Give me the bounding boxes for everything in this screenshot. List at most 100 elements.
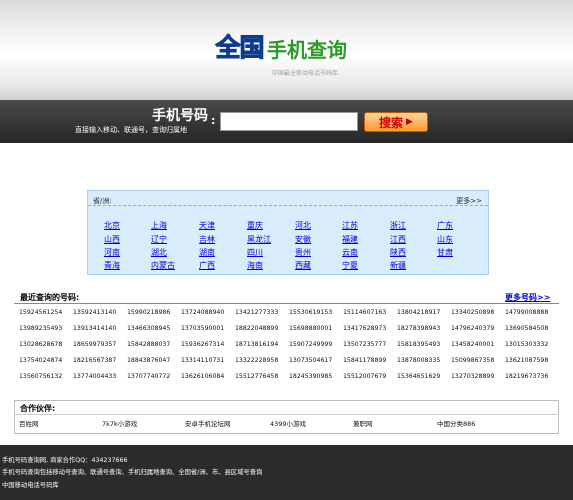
- province-link[interactable]: 福建: [342, 234, 358, 245]
- recent-number-link[interactable]: 13560756132: [19, 373, 62, 380]
- recent-number-link[interactable]: 18822048899: [235, 325, 278, 332]
- recent-number-link[interactable]: 13073504617: [289, 357, 332, 364]
- recent-number-link[interactable]: 15530619153: [289, 309, 332, 316]
- recent-number-link[interactable]: 15842888037: [127, 341, 170, 348]
- recent-number-link[interactable]: 13458240001: [451, 341, 494, 348]
- partner-link[interactable]: 百姓网: [19, 418, 39, 428]
- recent-number-link[interactable]: 15114607163: [343, 309, 386, 316]
- province-link[interactable]: 青海: [104, 260, 120, 271]
- recent-number-link[interactable]: 13690584508: [505, 325, 548, 332]
- province-link[interactable]: 西藏: [295, 260, 311, 271]
- province-link[interactable]: 贵州: [295, 247, 311, 258]
- province-link[interactable]: 广西: [199, 260, 215, 271]
- header: 全 国 手机查询 中国最全移动电话号码库: [0, 0, 573, 100]
- province-link[interactable]: 海南: [247, 260, 263, 271]
- footer: 手机号码查询网, 商家合作QQ：434237666 手机号码查询包括移动号查询、…: [0, 445, 573, 500]
- recent-number-link[interactable]: 13754024874: [19, 357, 62, 364]
- recent-number-link[interactable]: 13507235777: [343, 341, 386, 348]
- recent-number-link[interactable]: 13421277333: [235, 309, 278, 316]
- recent-number-link[interactable]: 13913414140: [73, 325, 116, 332]
- recent-number-link[interactable]: 13626106084: [181, 373, 224, 380]
- province-link[interactable]: 辽宁: [151, 234, 167, 245]
- recent-number-link[interactable]: 18278398943: [397, 325, 440, 332]
- recent-number-link[interactable]: 13703590001: [181, 325, 224, 332]
- recent-number-link[interactable]: 14796240379: [451, 325, 494, 332]
- province-link[interactable]: 山东: [437, 234, 453, 245]
- recent-number-link[interactable]: 15512007679: [343, 373, 386, 380]
- recent-number-link[interactable]: 13707740772: [127, 373, 170, 380]
- province-link[interactable]: 江苏: [342, 220, 358, 231]
- arrow-right-icon: ▶: [406, 117, 413, 127]
- province-link[interactable]: 甘肃: [437, 247, 453, 258]
- divider: [14, 414, 559, 415]
- recent-number-link[interactable]: 13322228958: [235, 357, 278, 364]
- province-link[interactable]: 北京: [104, 220, 120, 231]
- recent-number-link[interactable]: 13314110731: [181, 357, 224, 364]
- province-link[interactable]: 湖北: [151, 247, 167, 258]
- recent-number-link[interactable]: 13592413140: [73, 309, 116, 316]
- recent-number-link[interactable]: 15841178899: [343, 357, 386, 364]
- province-link[interactable]: 安徽: [295, 234, 311, 245]
- province-link[interactable]: 云南: [342, 247, 358, 258]
- province-link[interactable]: 湖南: [199, 247, 215, 258]
- recent-number-link[interactable]: 13015303332: [505, 341, 548, 348]
- recent-number-link[interactable]: 18659979357: [73, 341, 116, 348]
- recent-number-link[interactable]: 13417628973: [343, 325, 386, 332]
- recent-number-link[interactable]: 13724088940: [181, 309, 224, 316]
- province-link[interactable]: 陕西: [390, 247, 406, 258]
- province-link[interactable]: 吉林: [199, 234, 215, 245]
- phone-number-input[interactable]: [220, 112, 358, 131]
- province-link[interactable]: 天津: [199, 220, 215, 231]
- site-logo[interactable]: 全 国 手机查询: [215, 30, 347, 66]
- recent-more-link[interactable]: 更多号码>>: [505, 292, 550, 303]
- recent-number-link[interactable]: 18713816194: [235, 341, 278, 348]
- province-link[interactable]: 河南: [104, 247, 120, 258]
- recent-number-link[interactable]: 13621087598: [505, 357, 548, 364]
- province-link[interactable]: 重庆: [247, 220, 263, 231]
- footer-line-3: 中国移动电话号码库: [2, 482, 59, 489]
- province-link[interactable]: 内蒙古: [151, 260, 175, 271]
- recent-number-link[interactable]: 14799008888: [505, 309, 548, 316]
- province-link[interactable]: 四川: [247, 247, 263, 258]
- recent-number-link[interactable]: 18219673736: [505, 373, 548, 380]
- partner-link[interactable]: 4399小游戏: [270, 418, 306, 428]
- recent-number-link[interactable]: 15364651629: [397, 373, 440, 380]
- recent-number-link[interactable]: 15907249999: [289, 341, 332, 348]
- recent-number-link[interactable]: 18216567387: [73, 357, 116, 364]
- province-link[interactable]: 上海: [151, 220, 167, 231]
- search-button[interactable]: 搜索 ▶: [364, 112, 428, 132]
- recent-number-link[interactable]: 15936267314: [181, 341, 224, 348]
- province-link[interactable]: 浙江: [390, 220, 406, 231]
- recent-number-link[interactable]: 15818395493: [397, 341, 440, 348]
- partners-title: 合作伙伴:: [20, 404, 56, 413]
- recent-number-link[interactable]: 13774004433: [73, 373, 116, 380]
- recent-number-link[interactable]: 13270328899: [451, 373, 494, 380]
- province-link[interactable]: 广东: [437, 220, 453, 231]
- partner-link[interactable]: 安卓手机论坛网: [185, 418, 231, 428]
- province-link[interactable]: 宁夏: [342, 260, 358, 271]
- province-link[interactable]: 山西: [104, 234, 120, 245]
- recent-number-link[interactable]: 13989235493: [19, 325, 62, 332]
- partner-link[interactable]: 兼职网: [353, 418, 373, 428]
- partner-link[interactable]: 中国分类886: [437, 418, 475, 428]
- logo-mark-char-1: 全: [215, 33, 241, 63]
- recent-number-link[interactable]: 15990218986: [127, 309, 170, 316]
- province-link[interactable]: 新疆: [390, 260, 406, 271]
- province-link[interactable]: 江西: [390, 234, 406, 245]
- partner-link[interactable]: 7k7k小游戏: [102, 418, 137, 428]
- footer-line-1: 手机号码查询网, 商家合作QQ：434237666: [2, 457, 128, 464]
- recent-number-link[interactable]: 13466308945: [127, 325, 170, 332]
- recent-number-link[interactable]: 15512776458: [235, 373, 278, 380]
- province-link[interactable]: 河北: [295, 220, 311, 231]
- recent-number-link[interactable]: 15924561254: [19, 309, 62, 316]
- search-colon: :: [211, 114, 216, 127]
- recent-number-link[interactable]: 18245390985: [289, 373, 332, 380]
- recent-number-link[interactable]: 13028628678: [19, 341, 62, 348]
- recent-number-link[interactable]: 18843876047: [127, 357, 170, 364]
- province-link[interactable]: 黑龙江: [247, 234, 271, 245]
- recent-number-link[interactable]: 15099867358: [451, 357, 494, 364]
- recent-number-link[interactable]: 13878008335: [397, 357, 440, 364]
- recent-number-link[interactable]: 13340250898: [451, 309, 494, 316]
- recent-number-link[interactable]: 15698880001: [289, 325, 332, 332]
- recent-number-link[interactable]: 13804218917: [397, 309, 440, 316]
